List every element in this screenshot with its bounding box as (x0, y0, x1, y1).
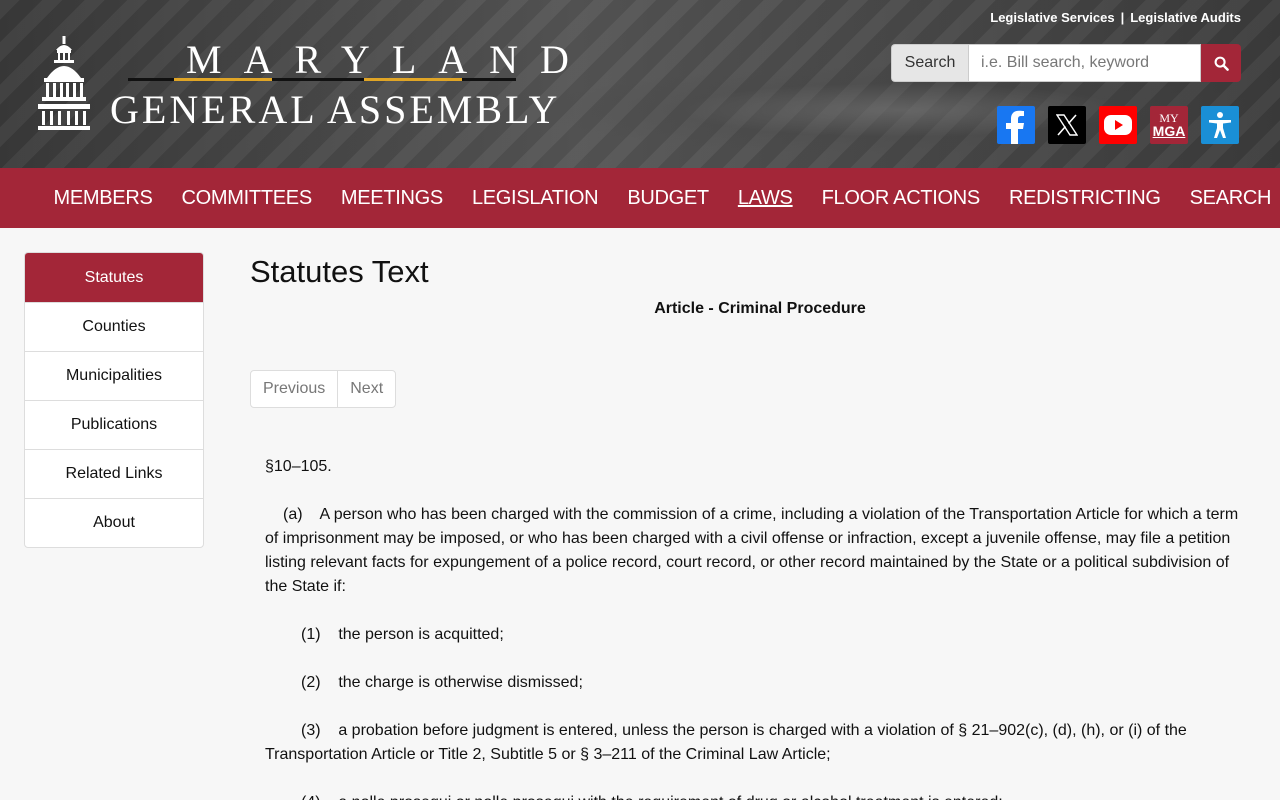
accessibility-icon[interactable] (1201, 106, 1239, 144)
page-title: Statutes Text (250, 254, 429, 289)
article-title: Article - Criminal Procedure (654, 300, 866, 317)
nav-legislation[interactable]: LEGISLATION (472, 187, 599, 210)
main-nav: MEMBERS COMMITTEES MEETINGS LEGISLATION … (0, 168, 1280, 228)
sidebar-item-municipalities[interactable]: Municipalities (25, 351, 203, 400)
laws-sidebar: Statutes Counties Municipalities Publica… (24, 252, 204, 548)
previous-button[interactable]: Previous (251, 371, 337, 407)
top-links: Legislative Services | Legislative Audits (990, 10, 1241, 25)
statute-paragraph-a: (a) A person who has been charged with t… (265, 506, 1243, 595)
search-button[interactable] (1201, 44, 1241, 82)
sidebar-item-related-links[interactable]: Related Links (25, 449, 203, 498)
legislative-services-link[interactable]: Legislative Services (990, 10, 1114, 25)
logo-rule (128, 78, 516, 81)
next-button[interactable]: Next (337, 371, 395, 407)
statute-paragraph-3: (3) a probation before judgment is enter… (265, 722, 1191, 763)
my-mga-text-bottom: MGA (1152, 123, 1186, 139)
site-header: MARYLAND GENERAL ASSEMBLY Legislative Se… (0, 0, 1280, 168)
logo-text-general-assembly: GENERAL ASSEMBLY (110, 87, 561, 132)
nav-laws[interactable]: LAWS (738, 187, 793, 210)
nav-redistricting[interactable]: REDISTRICTING (1009, 187, 1161, 210)
top-links-separator: | (1120, 10, 1125, 25)
my-mga-icon[interactable]: MY MGA (1150, 106, 1188, 144)
statute-section-number: §10–105. (265, 458, 332, 475)
nav-committees[interactable]: COMMITTEES (182, 187, 313, 210)
search-label: Search (891, 44, 968, 82)
search-icon (1214, 56, 1229, 71)
statute-text: §10–105. (a) A person who has been charg… (265, 455, 1245, 800)
statute-paragraph-2: (2) the charge is otherwise dismissed; (301, 674, 583, 691)
logo-text-maryland: MARYLAND (186, 37, 591, 82)
sidebar-item-counties[interactable]: Counties (25, 302, 203, 351)
sidebar-item-statutes[interactable]: Statutes (25, 253, 203, 302)
capitol-dome-icon (38, 36, 90, 130)
nav-budget[interactable]: BUDGET (627, 187, 709, 210)
statute-paragraph-1: (1) the person is acquitted; (301, 626, 504, 643)
sidebar-item-about[interactable]: About (25, 498, 203, 547)
main-content: Statutes Text Article - Criminal Procedu… (250, 252, 1250, 800)
x-icon[interactable] (1048, 106, 1086, 144)
legislative-audits-link[interactable]: Legislative Audits (1130, 10, 1241, 25)
nav-floor-actions[interactable]: FLOOR ACTIONS (822, 187, 981, 210)
pager: Previous Next (250, 370, 397, 408)
search-input[interactable] (968, 44, 1201, 82)
nav-search[interactable]: SEARCH (1190, 187, 1272, 210)
facebook-icon[interactable] (997, 106, 1035, 144)
nav-meetings[interactable]: MEETINGS (341, 187, 443, 210)
statute-paragraph-4: (4) a nolle prosequi or nolle prosequi w… (265, 791, 1245, 800)
youtube-icon[interactable] (1099, 106, 1137, 144)
nav-members[interactable]: MEMBERS (54, 187, 153, 210)
sidebar-item-publications[interactable]: Publications (25, 400, 203, 449)
site-logo[interactable]: MARYLAND GENERAL ASSEMBLY (38, 36, 591, 136)
site-search: Search (891, 44, 1241, 82)
social-links: MY MGA (997, 106, 1239, 144)
